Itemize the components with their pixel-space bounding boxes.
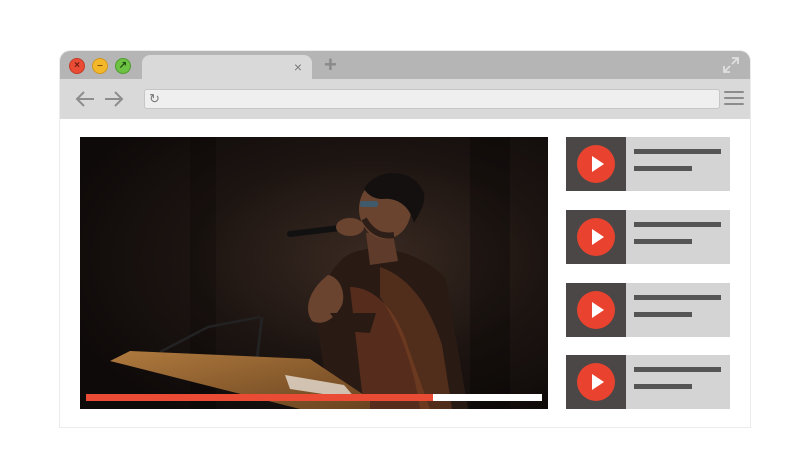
video-player[interactable] — [80, 137, 548, 409]
video-frame — [80, 137, 548, 409]
title-placeholder — [634, 295, 721, 300]
progress-bar[interactable] — [86, 394, 542, 401]
close-window-icon[interactable]: × — [69, 58, 85, 74]
video-thumbnail — [566, 137, 626, 191]
video-thumbnail — [566, 210, 626, 264]
fullscreen-icon[interactable] — [722, 56, 740, 74]
subtitle-placeholder — [634, 312, 692, 317]
tab-close-icon[interactable]: × — [294, 59, 302, 75]
browser-toolbar: ↻ — [60, 79, 750, 119]
browser-window: × – ↗ × + ↻ — [60, 51, 750, 427]
browser-tab[interactable]: × — [142, 55, 312, 79]
play-icon[interactable] — [577, 291, 615, 329]
address-bar[interactable]: ↻ — [144, 89, 720, 109]
address-input[interactable] — [167, 90, 707, 108]
play-icon[interactable] — [577, 145, 615, 183]
video-thumbnail — [566, 283, 626, 337]
playlist-item[interactable] — [566, 355, 730, 409]
progress-fill — [86, 394, 433, 401]
video-thumbnail — [566, 355, 626, 409]
play-icon[interactable] — [577, 363, 615, 401]
tab-bar: × – ↗ × + — [60, 51, 750, 79]
subtitle-placeholder — [634, 166, 692, 171]
back-arrow-icon[interactable] — [73, 88, 97, 110]
forward-arrow-icon[interactable] — [102, 88, 126, 110]
title-placeholder — [634, 367, 721, 372]
maximize-window-icon[interactable]: ↗ — [115, 58, 131, 74]
reload-icon[interactable]: ↻ — [149, 91, 160, 107]
playlist-item[interactable] — [566, 283, 730, 337]
minimize-window-icon[interactable]: – — [92, 58, 108, 74]
subtitle-placeholder — [634, 239, 692, 244]
playlist-item[interactable] — [566, 137, 730, 191]
title-placeholder — [634, 149, 721, 154]
new-tab-icon[interactable]: + — [324, 53, 337, 77]
subtitle-placeholder — [634, 384, 692, 389]
title-placeholder — [634, 222, 721, 227]
play-icon[interactable] — [577, 218, 615, 256]
playlist-item[interactable] — [566, 210, 730, 264]
hamburger-menu-icon[interactable] — [724, 91, 744, 107]
